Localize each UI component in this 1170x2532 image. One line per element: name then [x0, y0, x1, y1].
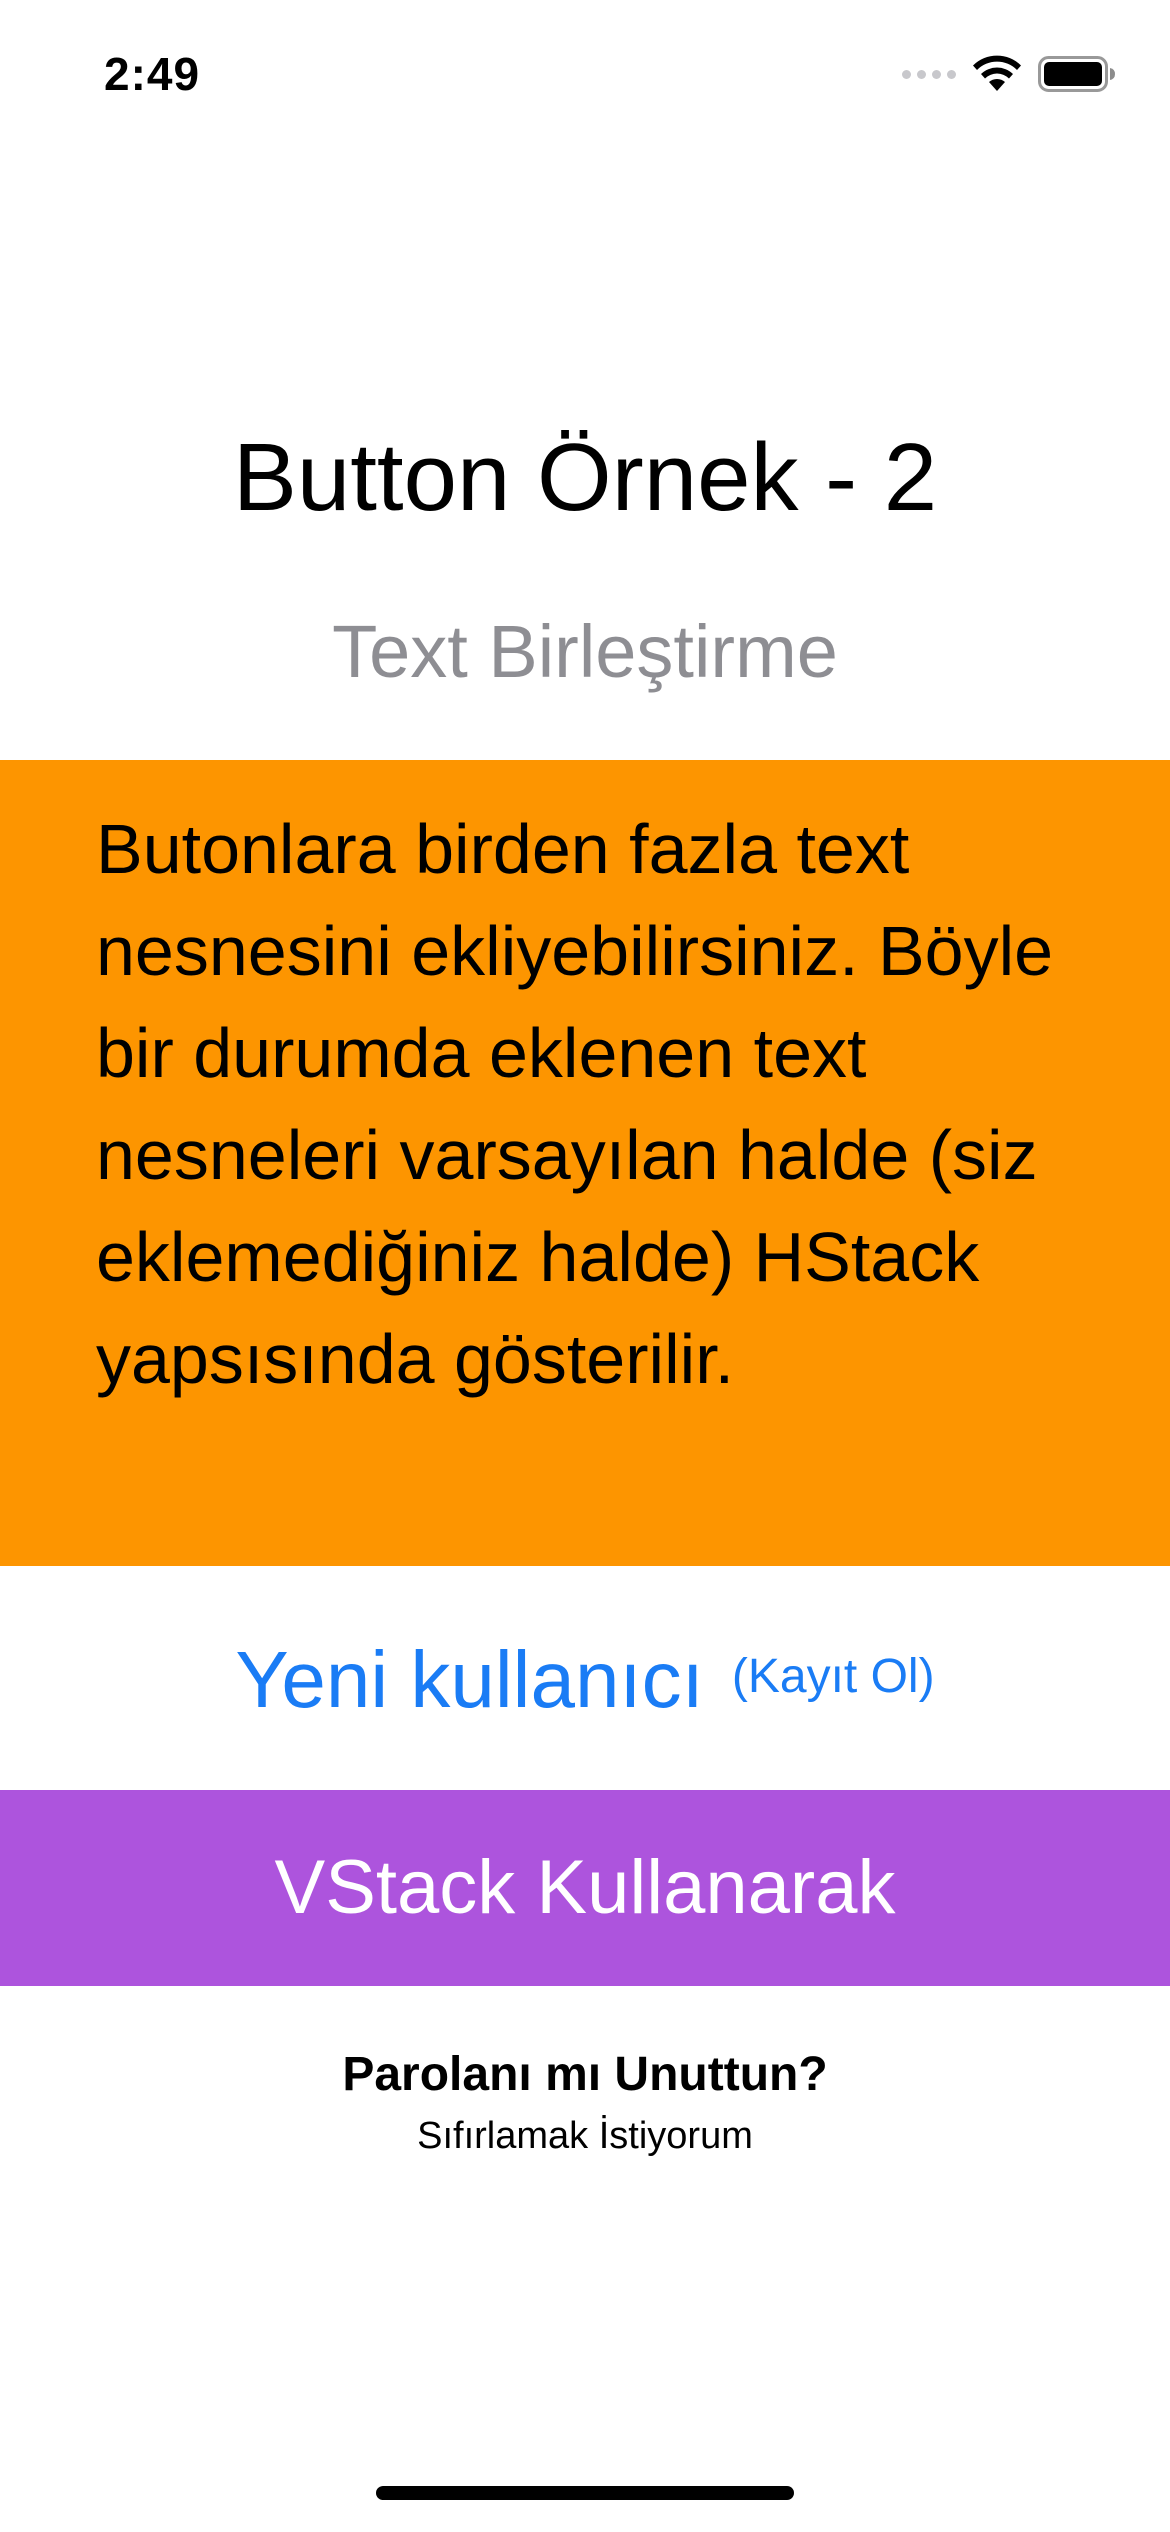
vstack-button[interactable]: VStack Kullanarak: [0, 1790, 1170, 1986]
reset-password-subtitle: Sıfırlamak İstiyorum: [417, 2115, 753, 2157]
status-time: 2:49: [104, 48, 201, 100]
signal-icon: [902, 69, 956, 79]
page-title: Button Örnek - 2: [232, 424, 938, 531]
reset-password-title: Parolanı mı Unuttun?: [342, 2048, 828, 2101]
home-indicator[interactable]: [376, 2486, 794, 2500]
new-user-button[interactable]: Yeni kullanıcı (Kayıt Ol): [0, 1620, 1170, 1740]
wifi-icon: [973, 55, 1021, 91]
reset-password-button[interactable]: Parolanı mı Unuttun? Sıfırlamak İstiyoru…: [0, 2040, 1170, 2162]
status-icons: [902, 52, 1116, 96]
new-user-label: Yeni kullanıcı: [235, 1635, 704, 1724]
info-block: Butonlara birden fazla text nesnesini ek…: [0, 760, 1170, 1566]
page-subtitle: Text Birleştirme: [332, 610, 838, 693]
info-text: Butonlara birden fazla text nesnesini ek…: [96, 810, 1054, 1398]
status-bar: 2:49: [0, 0, 1170, 150]
vstack-button-label: VStack Kullanarak: [274, 1845, 896, 1930]
battery-icon: [1038, 56, 1115, 92]
register-label: (Kayıt Ol): [731, 1650, 935, 1703]
